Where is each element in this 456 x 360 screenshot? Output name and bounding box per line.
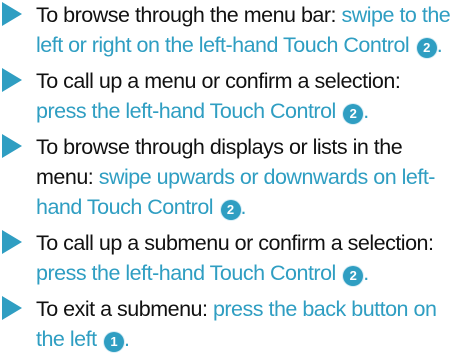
instruction-text: press the left-hand Touch Control (36, 99, 342, 123)
arrow-bullet-icon (2, 134, 22, 158)
instruction-period: . (363, 261, 369, 285)
instruction-lead: To call up a menu or confirm a selection… (36, 69, 401, 93)
instruction-item: To exit a submenu: press the back button… (0, 294, 456, 354)
instruction-item: To browse through displays or lists in t… (0, 132, 456, 222)
instruction-period: . (363, 99, 369, 123)
instruction-list: To browse through the menu bar: swipe to… (0, 0, 456, 360)
arrow-bullet-icon (2, 68, 22, 92)
control-number-icon: 1 (104, 332, 125, 352)
instruction-period: . (124, 327, 130, 351)
control-number-icon: 2 (220, 200, 241, 220)
instruction-lead: To browse through the menu bar: (36, 3, 337, 27)
instruction-item: To browse through the menu bar: swipe to… (0, 0, 456, 60)
arrow-bullet-icon (2, 230, 22, 254)
control-number-icon: 2 (343, 104, 364, 124)
instruction-item: To call up a menu or confirm a selection… (0, 66, 456, 126)
instruction-period: . (240, 195, 247, 219)
control-number-icon: 2 (343, 266, 364, 286)
instruction-lead: To exit a submenu: (36, 297, 208, 321)
instruction-period: . (436, 33, 443, 57)
instruction-item: To call up a submenu or confirm a select… (0, 228, 456, 288)
arrow-bullet-icon (2, 296, 22, 320)
instruction-text: press the left-hand Touch Control (36, 261, 342, 285)
instruction-lead: To call up a submenu or confirm a select… (36, 231, 434, 255)
control-number-icon: 2 (416, 38, 437, 58)
arrow-bullet-icon (2, 2, 22, 26)
